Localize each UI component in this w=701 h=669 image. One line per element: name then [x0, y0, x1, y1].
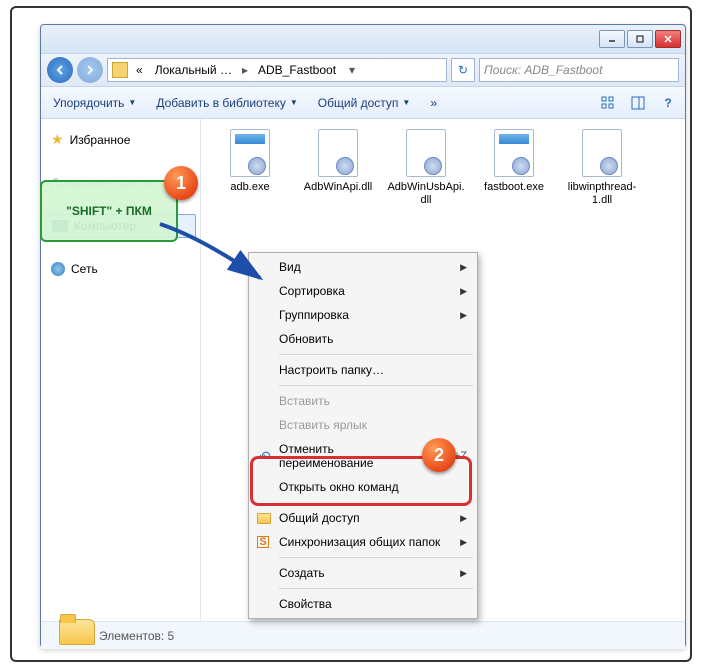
undo-icon: ↶: [257, 448, 273, 464]
cm-create[interactable]: Создать▶: [251, 561, 475, 585]
cm-refresh[interactable]: Обновить: [251, 327, 475, 351]
cm-share[interactable]: Общий доступ▶: [251, 506, 475, 530]
dll-icon: [578, 129, 626, 177]
cm-sync[interactable]: SСинхронизация общих папок▶: [251, 530, 475, 554]
refresh-button[interactable]: ↻: [451, 58, 475, 82]
sync-icon: S: [257, 536, 269, 548]
title-bar: [41, 25, 685, 53]
file-label: libwinpthread-1.dll: [563, 181, 641, 207]
status-bar: Элементов: 5: [41, 621, 685, 649]
toolbar: Упорядочить▼ Добавить в библиотеку▼ Общи…: [41, 87, 685, 119]
tutorial-frame: « Локальный … ▸ ADB_Fastboot ▾ ↻ Поиск: …: [10, 6, 692, 662]
search-input[interactable]: Поиск: ADB_Fastboot: [479, 58, 679, 82]
breadcrumb-prefix: «: [132, 63, 147, 77]
toolbar-overflow[interactable]: »: [424, 92, 443, 114]
context-menu: Вид▶ Сортировка▶ Группировка▶ Обновить Н…: [248, 252, 478, 619]
exe-icon: [226, 129, 274, 177]
chevron-right-icon: ▸: [240, 63, 250, 77]
folder-icon: [112, 62, 128, 78]
address-dropdown[interactable]: ▾: [344, 63, 360, 77]
nav-bar: « Локальный … ▸ ADB_Fastboot ▾ ↻ Поиск: …: [41, 53, 685, 87]
organize-menu[interactable]: Упорядочить▼: [47, 92, 142, 114]
back-button[interactable]: [47, 57, 73, 83]
cm-sort[interactable]: Сортировка▶: [251, 279, 475, 303]
cm-paste: Вставить: [251, 389, 475, 413]
address-bar[interactable]: « Локальный … ▸ ADB_Fastboot ▾: [107, 58, 447, 82]
file-item[interactable]: AdbWinApi.dll: [299, 129, 377, 207]
file-label: AdbWinUsbApi.dll: [387, 181, 465, 207]
sidebar-network[interactable]: Сеть: [45, 258, 196, 280]
add-library-menu[interactable]: Добавить в библиотеку▼: [150, 92, 303, 114]
star-icon: ★: [51, 131, 64, 148]
cm-paste-shortcut: Вставить ярлык: [251, 413, 475, 437]
file-label: adb.exe: [211, 181, 289, 194]
preview-pane-button[interactable]: [627, 92, 649, 114]
forward-button[interactable]: [77, 57, 103, 83]
maximize-button[interactable]: [627, 30, 653, 48]
file-item[interactable]: libwinpthread-1.dll: [563, 129, 641, 207]
file-item[interactable]: adb.exe: [211, 129, 289, 207]
file-item[interactable]: AdbWinUsbApi.dll: [387, 129, 465, 207]
search-placeholder: Поиск: ADB_Fastboot: [484, 63, 602, 77]
help-button[interactable]: ?: [657, 92, 679, 114]
sidebar-favorites[interactable]: ★Избранное: [45, 127, 196, 152]
cm-view[interactable]: Вид▶: [251, 255, 475, 279]
item-count: Элементов: 5: [99, 629, 174, 643]
close-button[interactable]: [655, 30, 681, 48]
cm-group[interactable]: Группировка▶: [251, 303, 475, 327]
dll-icon: [402, 129, 450, 177]
breadcrumb-1[interactable]: Локальный …: [151, 63, 236, 77]
network-icon: [51, 262, 65, 276]
share-menu[interactable]: Общий доступ▼: [312, 92, 417, 114]
cm-properties[interactable]: Свойства: [251, 592, 475, 616]
exe-icon: [490, 129, 538, 177]
minimize-button[interactable]: [599, 30, 625, 48]
folder-thumbnail: [59, 619, 101, 655]
cm-customize[interactable]: Настроить папку…: [251, 358, 475, 382]
breadcrumb-2[interactable]: ADB_Fastboot: [254, 63, 340, 77]
file-label: fastboot.exe: [475, 181, 553, 194]
annotation-hint: "SHIFT" + ПКМ: [40, 180, 178, 242]
view-mode-button[interactable]: [597, 92, 619, 114]
folder-icon: [257, 513, 271, 524]
file-item[interactable]: fastboot.exe: [475, 129, 553, 207]
dll-icon: [314, 129, 362, 177]
annotation-badge-1: 1: [164, 166, 198, 200]
file-label: AdbWinApi.dll: [299, 181, 377, 194]
cm-open-command-window[interactable]: Открыть окно команд: [251, 475, 475, 499]
annotation-badge-2: 2: [422, 438, 456, 472]
